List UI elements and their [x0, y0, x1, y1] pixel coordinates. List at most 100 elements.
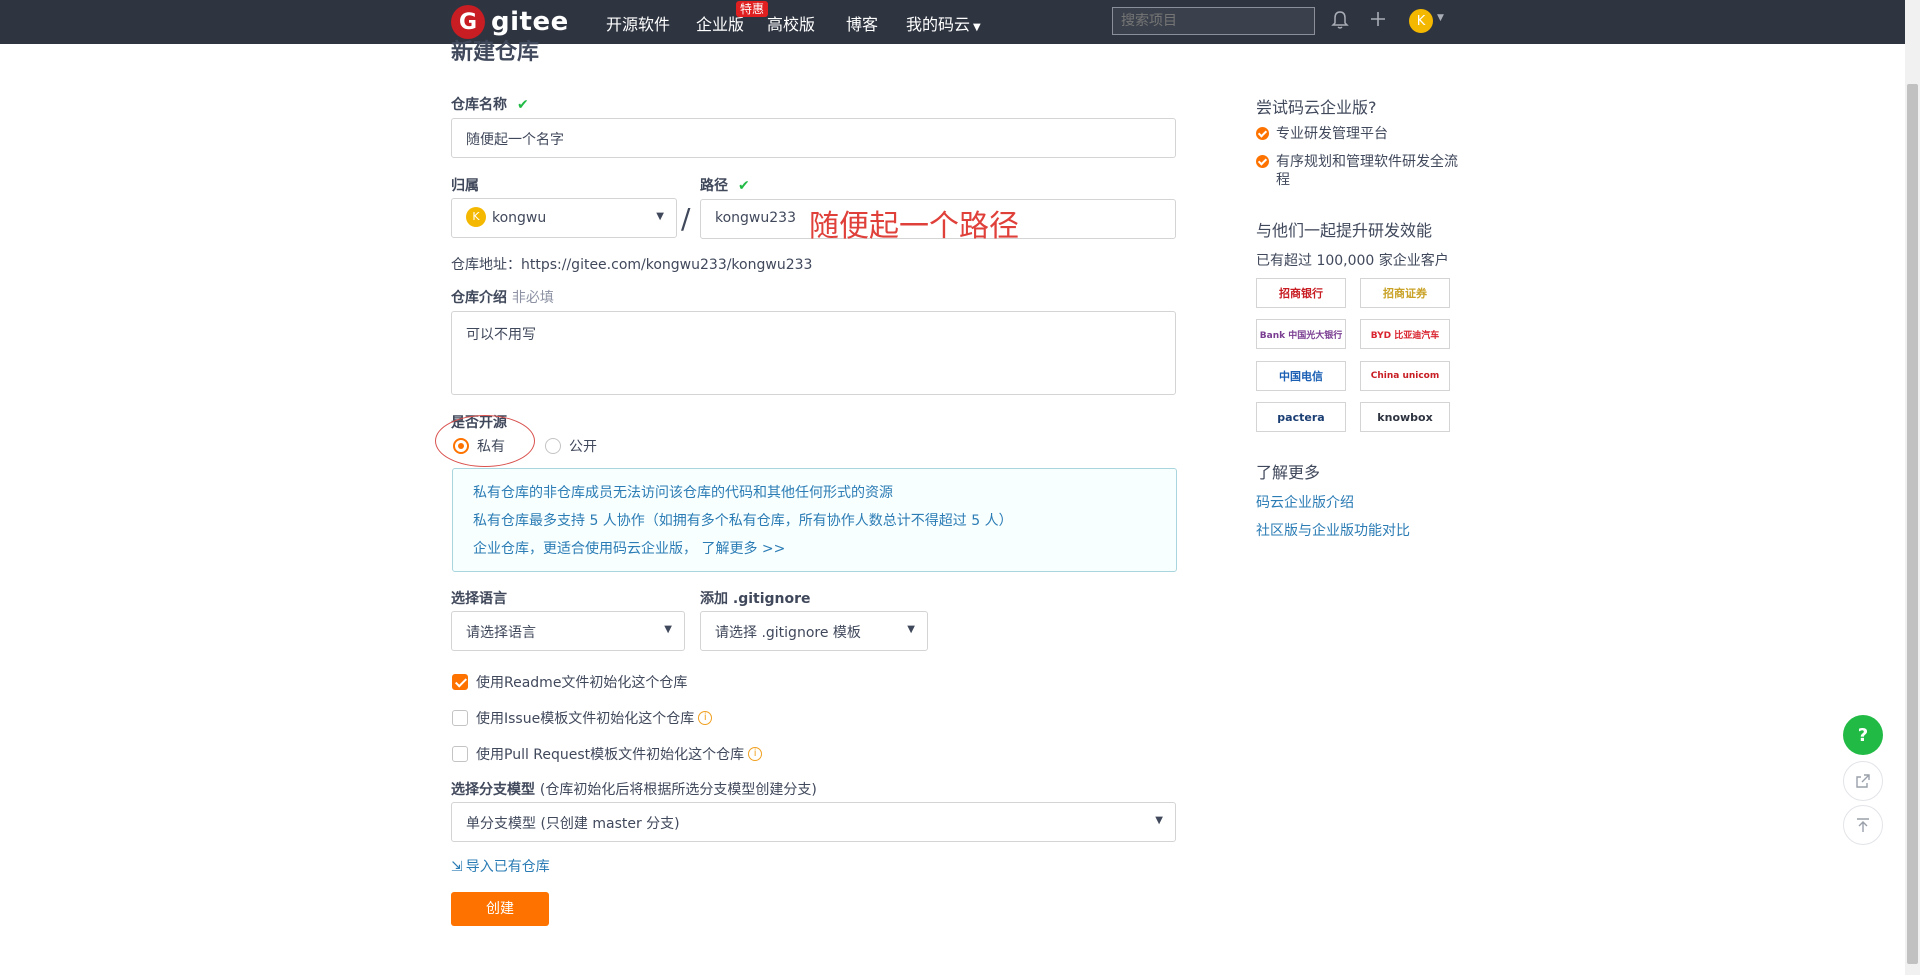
logo-text: gitee — [491, 7, 569, 37]
repo-name-input[interactable]: 随便起一个名字 — [451, 118, 1176, 158]
branch-model-label: 选择分支模型 (仓库初始化后将根据所选分支模型创建分支) — [451, 779, 817, 799]
private-info-box: 私有仓库的非仓库成员无法访问该仓库的代码和其他任何形式的资源 私有仓库最多支持 … — [452, 468, 1177, 572]
owner-value: kongwu — [492, 210, 547, 226]
back-to-top-button[interactable] — [1843, 805, 1883, 845]
checkbox-issue-box — [452, 710, 468, 726]
radio-public-circle — [545, 438, 561, 454]
customer-logo-cms: 招商证券 — [1360, 278, 1450, 308]
branch-model-value: 单分支模型 (只创建 master 分支) — [466, 816, 680, 832]
language-label: 选择语言 — [451, 591, 507, 607]
info-icon[interactable]: i — [748, 747, 763, 761]
help-icon: ? — [1857, 724, 1869, 746]
description-optional: 非必填 — [511, 290, 554, 306]
radio-private-label: 私有 — [477, 439, 505, 455]
path-annotation: 随便起一个路径 — [809, 209, 1019, 244]
nav-badge-promo: 特惠 — [736, 1, 769, 17]
import-icon: ⇲ — [451, 859, 463, 875]
bell-icon[interactable] — [1331, 10, 1349, 35]
try-item-label: 有序规划和管理软件研发全流程 — [1276, 154, 1458, 188]
description-label-text: 仓库介绍 — [451, 290, 507, 306]
gitignore-select[interactable]: 请选择 .gitignore 模板 ▼ — [700, 611, 928, 651]
customer-logo-cmb: 招商银行 — [1256, 278, 1346, 308]
scrollbar-thumb[interactable] — [1907, 84, 1918, 964]
nav-item-open-source[interactable]: 开源软件 — [606, 11, 670, 35]
path-separator: / — [681, 202, 691, 235]
language-select[interactable]: 请选择语言 ▼ — [451, 611, 685, 651]
import-repo-link[interactable]: ⇲ 导入已有仓库 — [451, 856, 550, 876]
valid-check-icon: ✔ — [738, 178, 750, 194]
info-line-enterprise-link[interactable]: 企业仓库，更适合使用码云企业版， 了解更多 >> — [473, 535, 1156, 563]
path-label: 路径 ✔ — [700, 175, 750, 195]
back-to-top-icon — [1857, 818, 1869, 832]
search-input[interactable] — [1112, 7, 1315, 35]
caret-down-icon: ▼ — [1155, 815, 1163, 826]
share-icon — [1856, 774, 1870, 788]
checkbox-readme-box — [452, 674, 468, 690]
try-item: 有序规划和管理软件研发全流程 — [1256, 153, 1466, 189]
radio-private[interactable]: 私有 — [453, 436, 505, 456]
path-label-text: 路径 — [700, 178, 728, 194]
try-enterprise-heading: 尝试码云企业版? — [1256, 98, 1377, 117]
checkbox-pr[interactable]: 使用Pull Request模板文件初始化这个仓库 i — [452, 744, 763, 764]
page-title: 新建仓库 — [451, 40, 540, 65]
top-navbar: G gitee 开源软件 企业版 特惠 高校版 博客 我的码云▼ K ▼ — [0, 0, 1905, 44]
owner-avatar: K — [466, 207, 486, 227]
checkbox-readme-label: 使用Readme文件初始化这个仓库 — [476, 675, 688, 691]
link-enterprise-intro[interactable]: 码云企业版介绍 — [1256, 492, 1354, 512]
chevron-down-icon: ▼ — [973, 22, 981, 33]
create-button[interactable]: 创建 — [451, 892, 549, 926]
customer-logo-telecom: 中国电信 — [1256, 361, 1346, 391]
caret-down-icon: ▼ — [664, 624, 672, 635]
learn-more-heading: 了解更多 — [1256, 463, 1321, 482]
nav-item-university[interactable]: 高校版 — [767, 11, 815, 35]
checkbox-issue[interactable]: 使用Issue模板文件初始化这个仓库 i — [452, 708, 713, 728]
help-button[interactable]: ? — [1843, 715, 1883, 755]
caret-down-icon: ▼ — [907, 624, 915, 635]
user-avatar[interactable]: K — [1409, 9, 1433, 33]
navbar-inner: G gitee 开源软件 企业版 特惠 高校版 博客 我的码云▼ K ▼ — [451, 0, 1445, 44]
language-value: 请选择语言 — [466, 625, 536, 641]
radio-public[interactable]: 公开 — [545, 436, 597, 456]
check-circle-icon — [1256, 127, 1269, 140]
info-line: 私有仓库的非仓库成员无法访问该仓库的代码和其他任何形式的资源 — [473, 485, 893, 501]
customer-logo-knowbox: knowbox — [1360, 402, 1450, 432]
gitignore-label: 添加 .gitignore — [700, 591, 811, 607]
checkbox-pr-label: 使用Pull Request模板文件初始化这个仓库 — [476, 747, 745, 763]
share-button[interactable] — [1843, 761, 1883, 801]
check-circle-icon — [1256, 155, 1269, 168]
checkbox-pr-box — [452, 746, 468, 762]
caret-down-icon: ▼ — [656, 211, 664, 222]
nav-item-blog[interactable]: 博客 — [846, 11, 878, 35]
checkbox-readme[interactable]: 使用Readme文件初始化这个仓库 — [452, 672, 687, 692]
description-textarea[interactable]: 可以不用写 — [451, 311, 1176, 395]
nav-item-my-gitee-label: 我的码云 — [906, 15, 971, 34]
link-compare-editions[interactable]: 社区版与企业版功能对比 — [1256, 520, 1410, 540]
branch-model-label-text: 选择分支模型 — [451, 782, 535, 798]
repo-name-label-text: 仓库名称 — [451, 97, 507, 113]
try-item-label: 专业研发管理平台 — [1276, 126, 1388, 142]
import-repo-label: 导入已有仓库 — [465, 859, 550, 875]
customer-logo-pactera: pactera — [1256, 402, 1346, 432]
plus-icon[interactable] — [1369, 10, 1387, 33]
repo-name-label: 仓库名称 ✔ — [451, 94, 529, 114]
branch-model-select[interactable]: 单分支模型 (只创建 master 分支) ▼ — [451, 802, 1176, 842]
gitignore-value: 请选择 .gitignore 模板 — [715, 625, 861, 641]
together-heading: 与他们一起提升研发效能 — [1256, 221, 1433, 240]
customers-text: 已有超过 100,000 家企业客户 — [1256, 253, 1449, 269]
nav-item-my-gitee[interactable]: 我的码云 ▼ — [906, 11, 981, 35]
owner-select[interactable]: Kkongwu ▼ — [451, 198, 677, 238]
info-line: 私有仓库最多支持 5 人协作（如拥有多个私有仓库，所有协作人数总计不得超过 5 … — [473, 513, 1013, 529]
valid-check-icon: ✔ — [517, 97, 529, 113]
owner-label: 归属 — [451, 178, 479, 194]
avatar-chevron-down-icon[interactable]: ▼ — [1437, 13, 1444, 23]
customer-logo-byd: BYD 比亚迪汽车 — [1360, 319, 1450, 349]
checkbox-issue-label: 使用Issue模板文件初始化这个仓库 — [476, 711, 695, 727]
radio-private-circle — [453, 438, 469, 454]
customer-logo-ceb: Bank 中国光大银行 — [1256, 319, 1346, 349]
branch-model-hint: (仓库初始化后将根据所选分支模型创建分支) — [539, 782, 817, 798]
description-label: 仓库介绍 非必填 — [451, 287, 554, 307]
repo-url: 仓库地址：https://gitee.com/kongwu233/kongwu2… — [451, 257, 813, 273]
radio-public-label: 公开 — [569, 439, 597, 455]
info-icon[interactable]: i — [698, 711, 713, 725]
page-scrollbar[interactable] — [1905, 0, 1920, 975]
